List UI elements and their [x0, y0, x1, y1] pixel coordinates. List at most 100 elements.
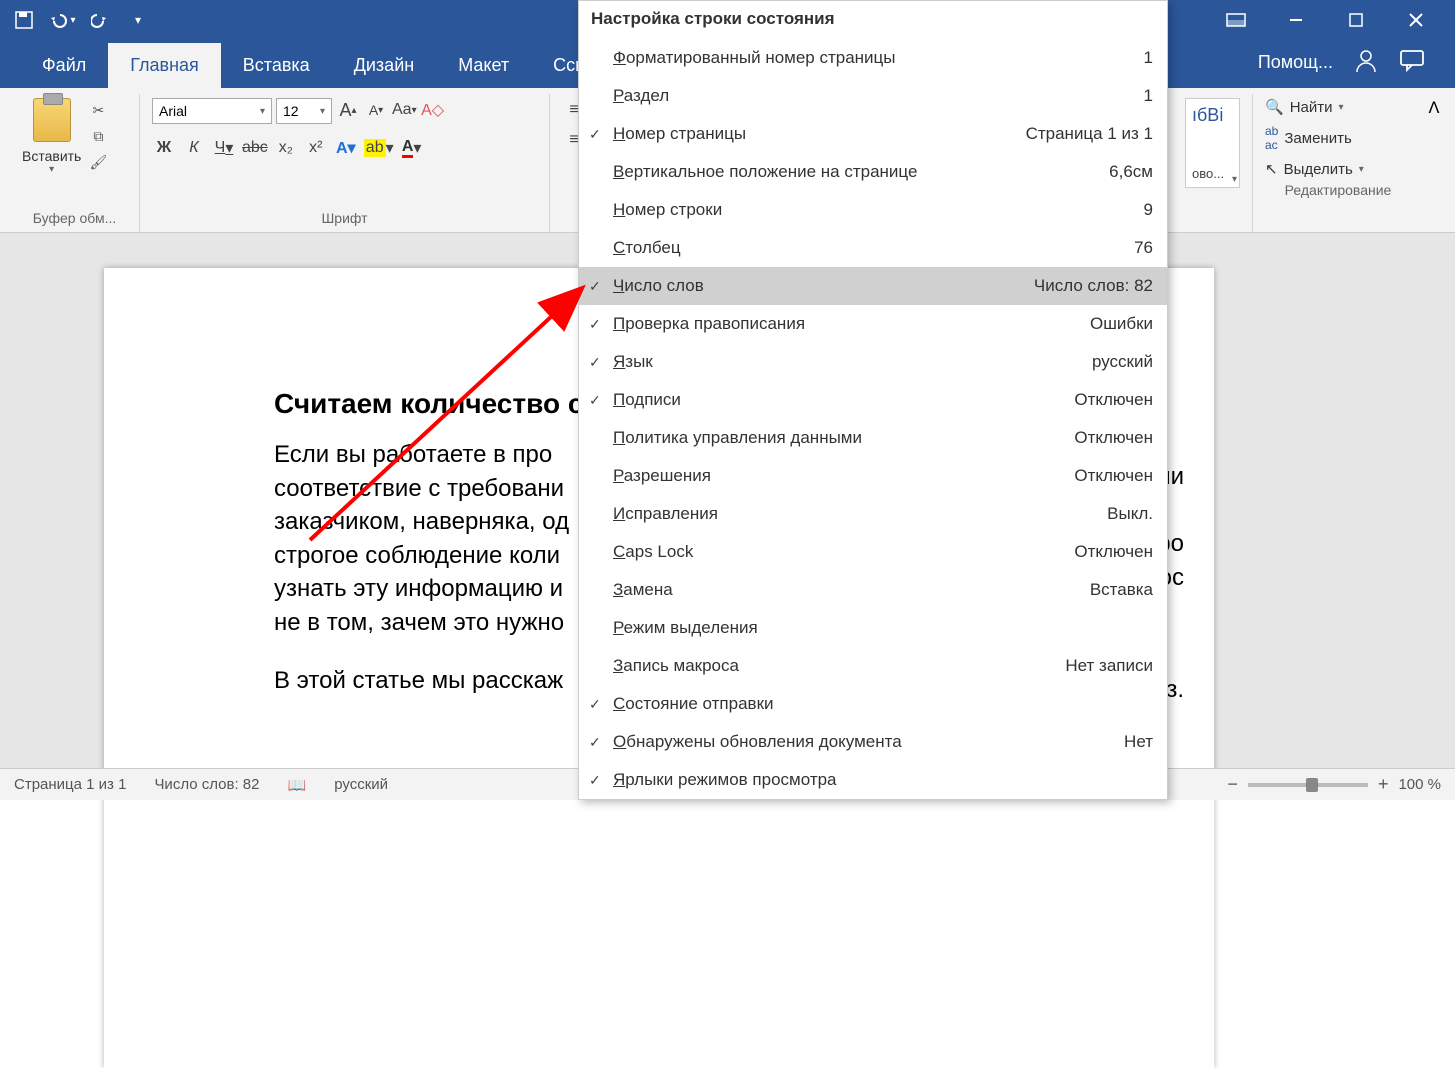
tab-file[interactable]: Файл: [20, 43, 108, 88]
status-page[interactable]: Страница 1 из 1: [14, 776, 126, 793]
collapse-ribbon-button[interactable]: ᐱ: [1423, 94, 1445, 232]
context-menu-item[interactable]: ✓ Состояние отправки: [579, 685, 1167, 723]
underline-button[interactable]: Ч▾: [212, 136, 236, 160]
tab-insert[interactable]: Вставка: [221, 43, 332, 88]
context-menu-item-label: Форматированный номер страницы: [613, 48, 896, 68]
font-size-select[interactable]: 12▾: [276, 98, 332, 124]
context-menu-item-label: Caps Lock: [613, 542, 693, 562]
clear-formatting-button[interactable]: A◇: [421, 98, 445, 122]
group-clipboard-label: Буфер обм...: [22, 206, 127, 232]
change-case-button[interactable]: Aa▾: [392, 98, 417, 122]
cut-button[interactable]: ✂: [87, 100, 109, 120]
context-menu-item[interactable]: Номер строки9: [579, 191, 1167, 229]
context-menu-item[interactable]: Запись макросаНет записи: [579, 647, 1167, 685]
text-effects-button[interactable]: A▾: [334, 136, 358, 160]
context-menu-item-value: Вставка: [1090, 580, 1153, 600]
find-button[interactable]: 🔍Найти ▾: [1265, 98, 1411, 116]
context-menu-item[interactable]: ✓Ярлыки режимов просмотра: [579, 761, 1167, 799]
context-menu-item[interactable]: ✓Число словЧисло слов: 82: [579, 267, 1167, 305]
group-font-label: Шрифт: [152, 206, 537, 232]
replace-button[interactable]: abacЗаменить: [1265, 124, 1411, 152]
check-icon: ✓: [589, 354, 601, 371]
font-color-button[interactable]: A▾: [400, 136, 424, 160]
status-spellcheck-icon[interactable]: 📖: [288, 776, 307, 794]
check-icon: ✓: [589, 696, 601, 713]
copy-button[interactable]: ⧉: [87, 126, 109, 146]
font-name-value: Arial: [159, 103, 187, 119]
bold-button[interactable]: Ж: [152, 136, 176, 160]
context-menu-item-label: Номер страницы: [613, 124, 746, 144]
context-menu-item-label: Число слов: [613, 276, 704, 296]
undo-button[interactable]: ▾: [48, 6, 76, 34]
redo-button[interactable]: [86, 6, 114, 34]
context-menu-item-label: Вертикальное положение на странице: [613, 162, 917, 182]
format-painter-button[interactable]: 🖌: [87, 152, 109, 172]
context-menu-item[interactable]: ✓ПодписиОтключен: [579, 381, 1167, 419]
context-menu-item[interactable]: Раздел 1: [579, 77, 1167, 115]
tab-design[interactable]: Дизайн: [332, 43, 437, 88]
context-menu-item-label: Политика управления данными: [613, 428, 862, 448]
context-menu-item-value: Отключен: [1074, 390, 1153, 410]
expand-icon: ▾: [1232, 174, 1237, 185]
context-menu-item[interactable]: Политика управления данными Отключен: [579, 419, 1167, 457]
comments-icon[interactable]: [1399, 48, 1425, 77]
context-menu-item-label: Язык: [613, 352, 653, 372]
check-icon: ✓: [589, 316, 601, 333]
styles-gallery[interactable]: ıбВі ово... ▾: [1185, 98, 1240, 188]
context-menu-item[interactable]: ✓Проверка правописанияОшибки: [579, 305, 1167, 343]
context-menu-item-value: 1: [1144, 86, 1153, 106]
context-menu-item-value: Отключен: [1074, 466, 1153, 486]
status-language[interactable]: русский: [334, 776, 388, 793]
check-icon: ✓: [589, 392, 601, 409]
context-menu-item-value: Нет записи: [1065, 656, 1153, 676]
highlight-color-button[interactable]: ab▾: [364, 136, 394, 160]
context-menu-item[interactable]: Вертикальное положение на странице6,6см: [579, 153, 1167, 191]
minimize-button[interactable]: [1275, 5, 1317, 35]
user-icon[interactable]: [1353, 47, 1379, 78]
font-size-value: 12: [283, 103, 299, 119]
group-editing-label: Редактирование: [1265, 178, 1411, 204]
tab-help[interactable]: Помощ...: [1258, 52, 1333, 73]
context-menu-item-value: Отключен: [1074, 428, 1153, 448]
replace-icon: abac: [1265, 124, 1278, 152]
context-menu-item-label: Замена: [613, 580, 673, 600]
zoom-out-button[interactable]: −: [1227, 774, 1238, 795]
status-word-count[interactable]: Число слов: 82: [154, 776, 259, 793]
shrink-font-button[interactable]: A▾: [364, 98, 388, 122]
subscript-button[interactable]: x₂: [274, 136, 298, 160]
context-menu-item[interactable]: Замена Вставка: [579, 571, 1167, 609]
zoom-in-button[interactable]: +: [1378, 774, 1389, 795]
maximize-button[interactable]: [1335, 5, 1377, 35]
context-menu-item-label: Состояние отправки: [613, 694, 774, 714]
context-menu-item-value: Отключен: [1074, 542, 1153, 562]
qat-customize-button[interactable]: ▾: [124, 6, 152, 34]
group-styles: ıбВі ово... ▾: [1173, 94, 1253, 232]
context-menu-item[interactable]: ✓ Язык русский: [579, 343, 1167, 381]
group-font: Arial▾ 12▾ A▴ A▾ Aa▾ A◇ Ж К Ч▾ abc x₂ x²…: [140, 94, 550, 232]
save-button[interactable]: [10, 6, 38, 34]
tab-home[interactable]: Главная: [108, 43, 221, 88]
tab-layout[interactable]: Макет: [436, 43, 531, 88]
context-menu-item-label: Раздел: [613, 86, 669, 106]
context-menu-item[interactable]: Форматированный номер страницы1: [579, 39, 1167, 77]
paste-button[interactable]: Вставить ▾: [22, 98, 81, 175]
font-name-select[interactable]: Arial▾: [152, 98, 272, 124]
zoom-level[interactable]: 100 %: [1398, 776, 1441, 793]
context-menu-item-value: русский: [1092, 352, 1153, 372]
context-menu-item[interactable]: РазрешенияОтключен: [579, 457, 1167, 495]
context-menu-item[interactable]: Caps Lock Отключен: [579, 533, 1167, 571]
context-menu-item[interactable]: ✓Обнаружены обновления документаНет: [579, 723, 1167, 761]
context-menu-item[interactable]: Столбец76: [579, 229, 1167, 267]
grow-font-button[interactable]: A▴: [336, 98, 360, 122]
superscript-button[interactable]: x²: [304, 136, 328, 160]
close-button[interactable]: [1395, 5, 1437, 35]
context-menu-item[interactable]: ✓Номер страницыСтраница 1 из 1: [579, 115, 1167, 153]
italic-button[interactable]: К: [182, 136, 206, 160]
context-menu-item[interactable]: Режим выделения: [579, 609, 1167, 647]
zoom-slider[interactable]: [1248, 783, 1368, 787]
select-button[interactable]: ↖Выделить▾: [1265, 160, 1411, 178]
ribbon-display-button[interactable]: [1215, 5, 1257, 35]
context-menu-item[interactable]: ИсправленияВыкл.: [579, 495, 1167, 533]
cursor-icon: ↖: [1265, 160, 1278, 178]
strikethrough-button[interactable]: abc: [242, 136, 268, 160]
